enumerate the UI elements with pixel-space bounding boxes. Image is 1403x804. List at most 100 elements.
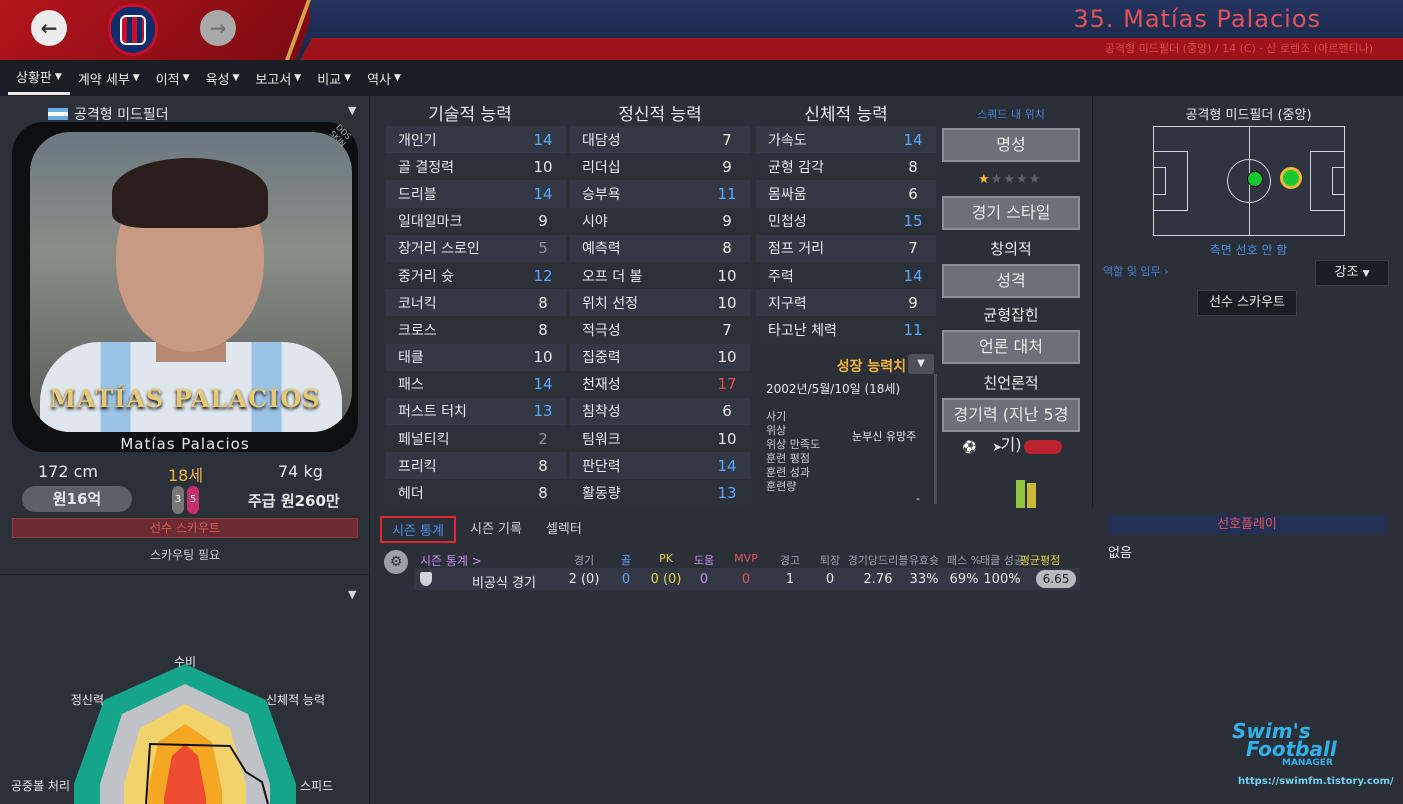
attribute-value: 14	[903, 130, 923, 149]
scout-status-bar[interactable]: 선수 스카우트	[12, 518, 358, 538]
stats-header[interactable]: 도움	[694, 552, 714, 568]
attribute-row-technical[interactable]: 태클 10	[386, 343, 566, 371]
playing-style-button[interactable]: 경기 스타일	[942, 196, 1080, 230]
attribute-row-physical[interactable]: 점프 거리 7	[756, 234, 936, 262]
position-label: 공격형 미드필더	[74, 107, 169, 123]
stats-header[interactable]: 태클 성공	[980, 552, 1024, 568]
attribute-row-technical[interactable]: 개인기 14	[386, 126, 566, 154]
menu-label: 계약 세부	[77, 72, 130, 88]
tab-selector[interactable]: 셀렉터	[536, 516, 592, 543]
attribute-row-technical[interactable]: 코너킥 8	[386, 289, 566, 317]
attribute-row-mental[interactable]: 적극성 7	[570, 316, 750, 344]
development-dropdown-button[interactable]: ▼	[908, 354, 934, 374]
position-dot-primary[interactable]	[1280, 167, 1302, 189]
stats-cell: 33%	[909, 572, 939, 587]
position-dot-secondary[interactable]	[1247, 171, 1263, 187]
attribute-row-mental[interactable]: 활동량 13	[570, 479, 750, 507]
attribute-row-technical[interactable]: 헤더 8	[386, 479, 566, 507]
attribute-row-technical[interactable]: 크로스 8	[386, 316, 566, 344]
attribute-row-mental[interactable]: 집중력 10	[570, 343, 750, 371]
attribute-row-mental[interactable]: 침착성 6	[570, 397, 750, 426]
attribute-row-physical[interactable]: 민첩성 15	[756, 207, 936, 235]
attribute-name: 크로스	[398, 322, 437, 339]
attribute-row-physical[interactable]: 지구력 9	[756, 289, 936, 317]
menu-item-reports[interactable]: 보고서 ▼	[247, 61, 309, 95]
attribute-row-mental[interactable]: 예측력 8	[570, 234, 750, 262]
attribute-row-mental[interactable]: 시야 9	[570, 207, 750, 235]
chevron-down-icon[interactable]: ▼	[348, 104, 356, 117]
media-handling-button[interactable]: 언론 대처	[942, 330, 1080, 364]
attribute-row-mental[interactable]: 리더십 9	[570, 153, 750, 181]
technical-attributes: 개인기 14 골 결정력 10 드리블 14 일대일마크 9 장거리 스로인 5 중거리 슛 12 코너…	[386, 126, 566, 507]
rating-pill-1: 3	[172, 486, 184, 514]
attribute-row-mental[interactable]: 오프 더 볼 10	[570, 261, 750, 290]
attribute-name: 점프 거리	[768, 241, 824, 258]
menu-item-contract[interactable]: 계약 세부 ▼	[70, 61, 148, 95]
chevron-down-icon: ▼	[294, 73, 302, 83]
attribute-row-physical[interactable]: 주력 14	[756, 261, 936, 290]
attribute-name: 리더십	[582, 159, 621, 176]
menu-item-history[interactable]: 역사 ▼	[359, 61, 409, 95]
back-button[interactable]: ←	[31, 10, 67, 46]
attribute-name: 판단력	[582, 458, 621, 475]
forward-button[interactable]: →	[200, 10, 236, 46]
attribute-row-technical[interactable]: 프리킥 8	[386, 452, 566, 480]
attribute-row-technical[interactable]: 일대일마크 9	[386, 207, 566, 235]
attribute-row-technical[interactable]: 드리블 14	[386, 180, 566, 208]
menu-item-transfer[interactable]: 이적 ▼	[148, 61, 198, 95]
roles-link[interactable]: 역할 및 임무 ›	[1103, 263, 1169, 279]
attribute-row-mental[interactable]: 위치 선정 10	[570, 289, 750, 317]
stats-header[interactable]: MVP	[734, 552, 758, 565]
stats-header[interactable]: PK	[659, 552, 673, 565]
attribute-row-mental[interactable]: 천재성 17	[570, 370, 750, 398]
settings-icon[interactable]: ⚙	[384, 550, 408, 574]
stats-header[interactable]: 경기	[574, 552, 594, 568]
tab-season-records[interactable]: 시즌 기록	[460, 516, 532, 543]
development-label: 위상	[766, 424, 787, 437]
attribute-value: 9	[908, 293, 918, 312]
attribute-row-physical[interactable]: 균형 감각 8	[756, 153, 936, 181]
attribute-row-mental[interactable]: 승부욕 11	[570, 180, 750, 208]
form-button[interactable]: 경기력 (지난 5경기)	[942, 398, 1080, 454]
scout-player-button[interactable]: 선수 스카우트	[1197, 290, 1297, 316]
physical-attributes: 가속도 14 균형 감각 8 몸싸움 6 민첩성 15 점프 거리 7 주력 14 지구력 9 타고난 체력…	[756, 126, 936, 344]
attribute-name: 헤더	[398, 486, 424, 503]
stats-header[interactable]: 퇴장	[820, 552, 840, 568]
stats-header[interactable]: 평균평점	[1020, 552, 1060, 568]
stats-header[interactable]: 패스 %	[947, 552, 981, 568]
attribute-row-technical[interactable]: 중거리 슛 12	[386, 261, 566, 290]
menu-item-compare[interactable]: 비교 ▼	[309, 61, 359, 95]
development-scrollbar[interactable]	[934, 374, 937, 504]
attribute-row-technical[interactable]: 패스 14	[386, 370, 566, 398]
season-stats-link[interactable]: 시즌 통계 >	[420, 552, 482, 569]
attribute-row-mental[interactable]: 팀워크 10	[570, 425, 750, 453]
attribute-row-mental[interactable]: 대담성 7	[570, 126, 750, 154]
attribute-value: 6	[722, 402, 732, 421]
attribute-value: 10	[533, 157, 553, 176]
attribute-row-physical[interactable]: 몸싸움 6	[756, 180, 936, 208]
stats-header[interactable]: 유효슛	[909, 552, 939, 568]
stats-header[interactable]: 경고	[780, 552, 800, 568]
attribute-row-technical[interactable]: 골 결정력 10	[386, 153, 566, 181]
menu-item-overview[interactable]: 상황판 ▼	[8, 61, 70, 95]
attribute-row-technical[interactable]: 퍼스트 터치 13	[386, 397, 566, 426]
tab-season-stats[interactable]: 시즌 통계	[380, 516, 456, 543]
stats-header[interactable]: 골	[621, 552, 631, 568]
attribute-row-technical[interactable]: 장거리 스로인 5	[386, 234, 566, 262]
average-rating: 6.65	[1036, 570, 1076, 588]
attribute-value: 11	[903, 320, 923, 339]
club-crest[interactable]	[108, 4, 158, 56]
emphasis-dropdown[interactable]: 강조 ▼	[1315, 260, 1389, 286]
attribute-row-physical[interactable]: 타고난 체력 11	[756, 316, 936, 344]
personality-button[interactable]: 성격	[942, 264, 1080, 298]
attribute-value: 8	[722, 239, 732, 258]
preferred-moves-value: 없음	[1108, 546, 1132, 561]
reputation-button[interactable]: 명성	[942, 128, 1080, 162]
attribute-row-physical[interactable]: 가속도 14	[756, 126, 936, 154]
squad-status-link[interactable]: 스쿼드 내 위치	[940, 106, 1082, 122]
menu-item-development[interactable]: 육성 ▼	[198, 61, 248, 95]
stats-header[interactable]: 경기당드리블	[848, 552, 909, 568]
age-value: 18세	[168, 466, 204, 485]
attribute-row-mental[interactable]: 판단력 14	[570, 452, 750, 480]
attribute-row-technical[interactable]: 페널티킥 2	[386, 425, 566, 453]
